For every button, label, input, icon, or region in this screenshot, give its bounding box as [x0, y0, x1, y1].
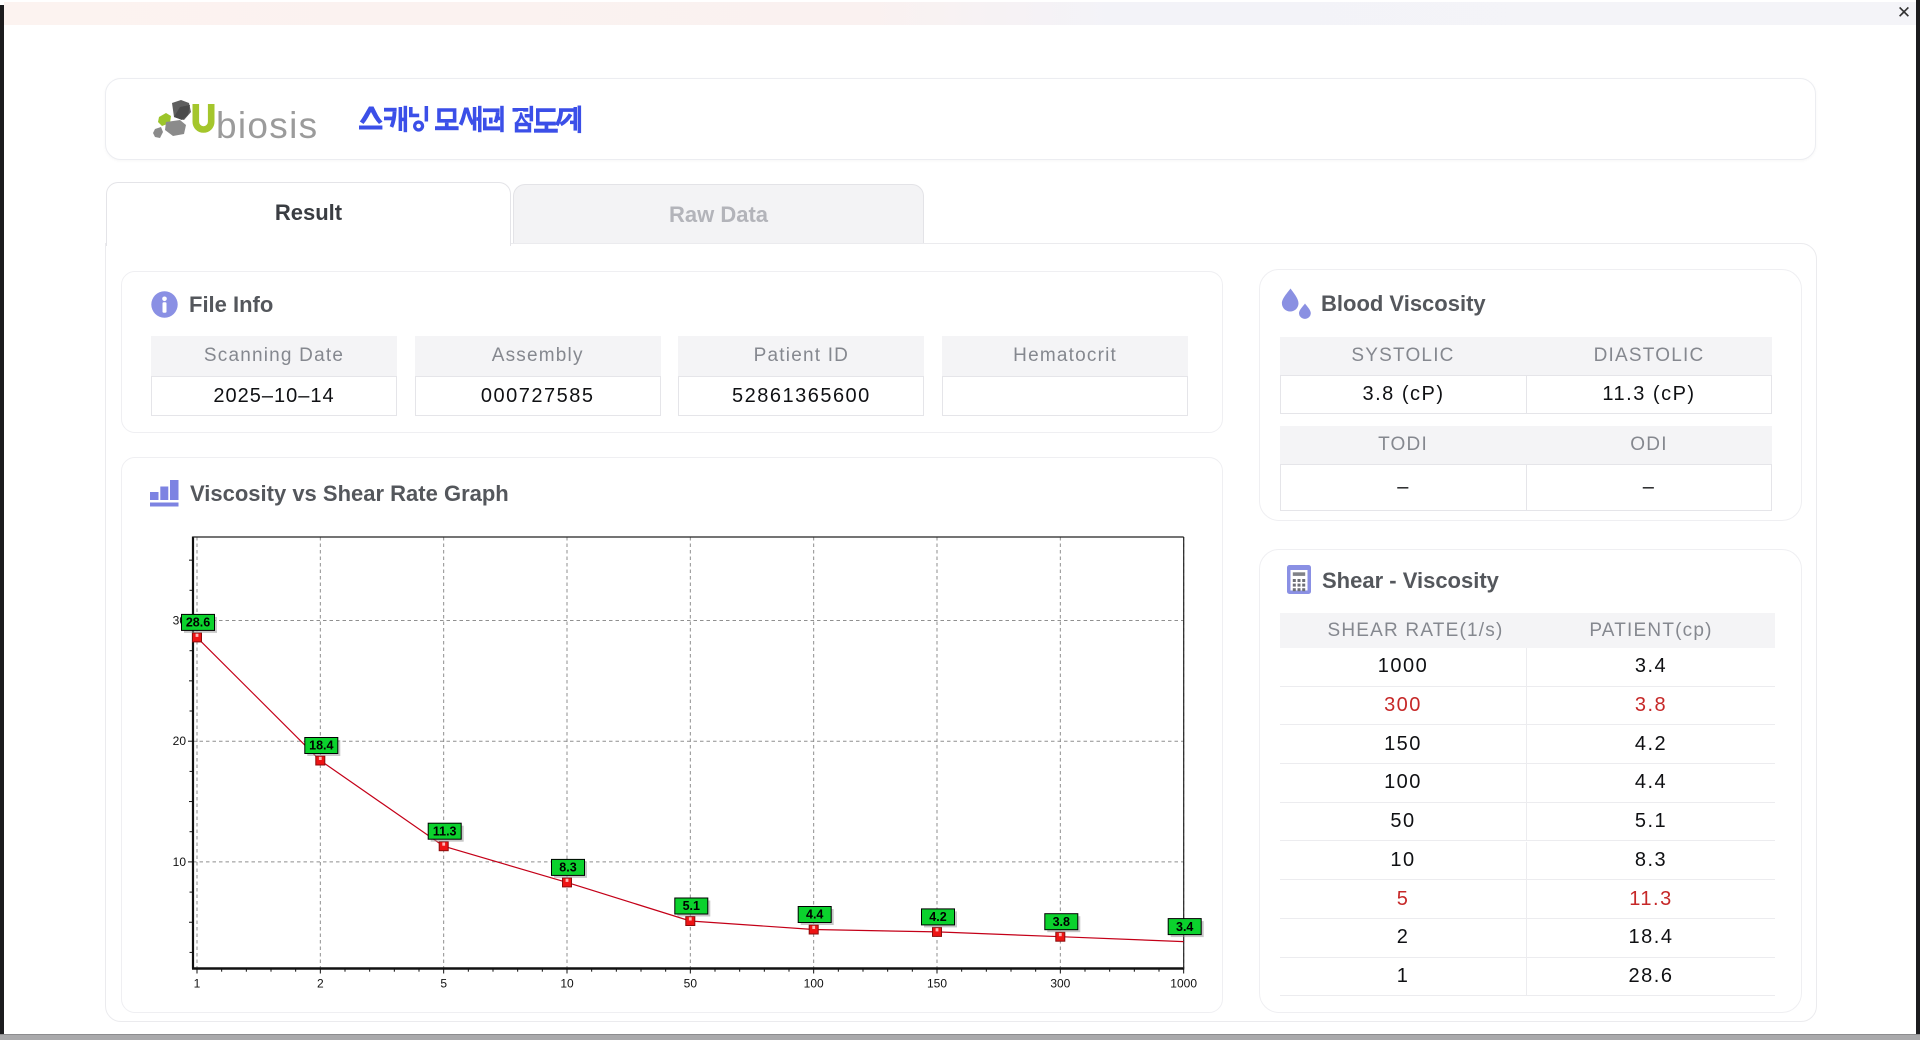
- svg-text:10: 10: [560, 977, 574, 991]
- svg-text:150: 150: [927, 977, 947, 991]
- svg-text:100: 100: [804, 977, 824, 991]
- svg-text:10: 10: [173, 855, 187, 869]
- svg-text:2: 2: [317, 977, 324, 991]
- svg-text:5.1: 5.1: [683, 899, 700, 913]
- svg-text:11.3: 11.3: [433, 824, 457, 838]
- svg-text:4.2: 4.2: [929, 910, 946, 924]
- svg-text:3.4: 3.4: [1176, 920, 1193, 934]
- svg-text:3.8: 3.8: [1053, 915, 1070, 929]
- svg-text:1000: 1000: [1170, 977, 1197, 991]
- svg-text:1: 1: [194, 977, 201, 991]
- svg-text:5: 5: [440, 977, 447, 991]
- svg-text:50: 50: [684, 977, 698, 991]
- svg-text:28.6: 28.6: [186, 616, 210, 630]
- svg-text:4.4: 4.4: [806, 908, 823, 922]
- svg-text:biosis: biosis: [216, 105, 318, 145]
- svg-text:20: 20: [173, 734, 187, 748]
- svg-text:8.3: 8.3: [559, 861, 576, 875]
- svg-text:18.4: 18.4: [309, 739, 333, 753]
- svg-text:300: 300: [1050, 977, 1070, 991]
